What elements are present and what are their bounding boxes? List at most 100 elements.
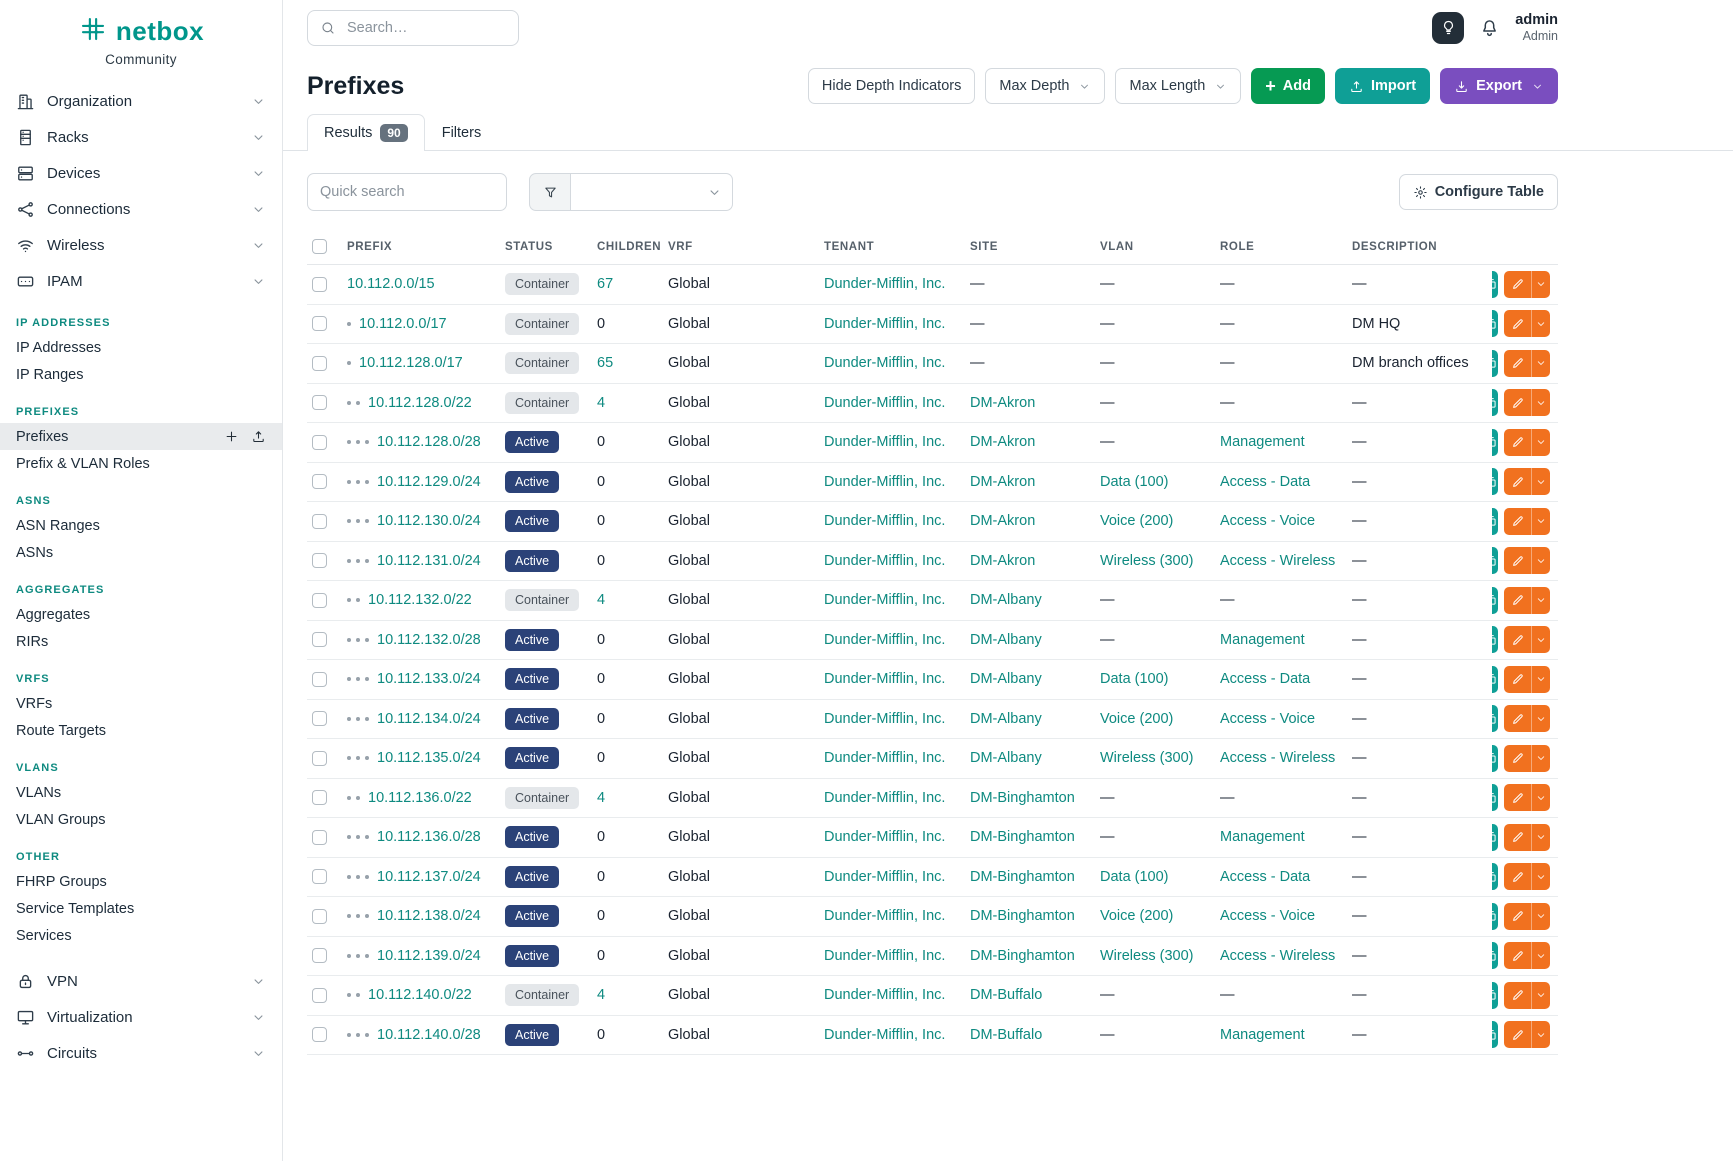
edit-button[interactable] (1504, 1021, 1531, 1048)
tenant-link[interactable]: Dunder-Mifflin, Inc. (824, 395, 945, 411)
prefix-link[interactable]: 10.112.134.0/24 (377, 711, 481, 727)
brand[interactable]: netbox Community (0, 0, 282, 71)
children-link[interactable]: 4 (597, 987, 605, 1003)
copy-button[interactable] (1492, 745, 1498, 772)
edit-button[interactable] (1504, 350, 1531, 377)
row-checkbox[interactable] (312, 948, 327, 963)
edit-button[interactable] (1504, 942, 1531, 969)
quick-search-input[interactable] (307, 173, 507, 211)
sidebar-item-devices[interactable]: Devices (0, 155, 282, 191)
role-link[interactable]: Management (1220, 1027, 1305, 1043)
edit-button[interactable] (1504, 547, 1531, 574)
row-checkbox[interactable] (312, 277, 327, 292)
row-checkbox[interactable] (312, 988, 327, 1003)
row-checkbox[interactable] (312, 751, 327, 766)
column-header-tenant[interactable]: Tenant (824, 229, 970, 265)
row-checkbox[interactable] (312, 632, 327, 647)
edit-button[interactable] (1504, 666, 1531, 693)
prefix-link[interactable]: 10.112.140.0/28 (377, 1027, 481, 1043)
tenant-link[interactable]: Dunder-Mifflin, Inc. (824, 987, 945, 1003)
tab-results[interactable]: Results 90 (307, 114, 425, 151)
tenant-link[interactable]: Dunder-Mifflin, Inc. (824, 711, 945, 727)
copy-button[interactable] (1492, 508, 1498, 535)
sidebar-item-racks[interactable]: Racks (0, 119, 282, 155)
copy-button[interactable] (1492, 587, 1498, 614)
copy-button[interactable] (1492, 903, 1498, 930)
edit-dropdown-button[interactable] (1531, 903, 1550, 930)
edit-button[interactable] (1504, 824, 1531, 851)
prefix-link[interactable]: 10.112.0.0/15 (347, 276, 435, 292)
export-button[interactable]: Export (1440, 68, 1558, 104)
sidebar-item-fhrp-groups[interactable]: FHRP Groups (0, 868, 282, 895)
sidebar-item-prefixes[interactable]: Prefixes (0, 423, 282, 450)
tenant-link[interactable]: Dunder-Mifflin, Inc. (824, 869, 945, 885)
vlan-link[interactable]: Voice (200) (1100, 711, 1173, 727)
row-checkbox[interactable] (312, 830, 327, 845)
edit-button[interactable] (1504, 468, 1531, 495)
vlan-link[interactable]: Voice (200) (1100, 908, 1173, 924)
site-link[interactable]: DM-Binghamton (970, 829, 1075, 845)
prefix-link[interactable]: 10.112.132.0/28 (377, 632, 481, 648)
children-link[interactable]: 4 (597, 790, 605, 806)
edit-button[interactable] (1504, 903, 1531, 930)
theme-toggle-button[interactable] (1432, 12, 1464, 44)
site-link[interactable]: DM-Akron (970, 434, 1035, 450)
role-link[interactable]: Access - Voice (1220, 711, 1315, 727)
copy-button[interactable] (1492, 1021, 1498, 1048)
tab-filters[interactable]: Filters (425, 114, 498, 151)
edit-dropdown-button[interactable] (1531, 982, 1550, 1009)
max-length-dropdown[interactable]: Max Length (1115, 68, 1241, 104)
children-link[interactable]: 4 (597, 592, 605, 608)
edit-dropdown-button[interactable] (1531, 863, 1550, 890)
edit-button[interactable] (1504, 626, 1531, 653)
sidebar-item-circuits[interactable]: Circuits (0, 1035, 282, 1071)
edit-button[interactable] (1504, 784, 1531, 811)
select-all-checkbox[interactable] (312, 239, 327, 254)
column-header-vlan[interactable]: VLAN (1100, 229, 1220, 265)
row-checkbox[interactable] (312, 711, 327, 726)
edit-dropdown-button[interactable] (1531, 468, 1550, 495)
prefix-link[interactable]: 10.112.132.0/22 (368, 592, 472, 608)
user-menu[interactable]: admin Admin (1515, 12, 1558, 44)
row-checkbox[interactable] (312, 514, 327, 529)
sidebar-item-route-targets[interactable]: Route Targets (0, 717, 282, 744)
prefix-link[interactable]: 10.112.138.0/24 (377, 908, 481, 924)
role-link[interactable]: Access - Voice (1220, 908, 1315, 924)
row-checkbox[interactable] (312, 869, 327, 884)
site-link[interactable]: DM-Albany (970, 750, 1042, 766)
prefix-link[interactable]: 10.112.135.0/24 (377, 750, 481, 766)
sidebar-item-organization[interactable]: Organization (0, 83, 282, 119)
role-link[interactable]: Access - Wireless (1220, 948, 1335, 964)
add-button[interactable]: + Add (1251, 68, 1325, 104)
prefix-link[interactable]: 10.112.128.0/17 (359, 355, 463, 371)
site-link[interactable]: DM-Albany (970, 711, 1042, 727)
column-header-children[interactable]: Children (597, 229, 668, 265)
tenant-link[interactable]: Dunder-Mifflin, Inc. (824, 276, 945, 292)
sidebar-item-rirs[interactable]: RIRs (0, 628, 282, 655)
row-checkbox[interactable] (312, 1027, 327, 1042)
edit-button[interactable] (1504, 271, 1531, 298)
edit-dropdown-button[interactable] (1531, 1021, 1550, 1048)
tenant-link[interactable]: Dunder-Mifflin, Inc. (824, 474, 945, 490)
edit-button[interactable] (1504, 429, 1531, 456)
copy-button[interactable] (1492, 942, 1498, 969)
edit-button[interactable] (1504, 508, 1531, 535)
sidebar-item-connections[interactable]: Connections (0, 191, 282, 227)
edit-button[interactable] (1504, 863, 1531, 890)
edit-dropdown-button[interactable] (1531, 547, 1550, 574)
row-checkbox[interactable] (312, 672, 327, 687)
hide-depth-indicators-button[interactable]: Hide Depth Indicators (808, 68, 975, 104)
row-checkbox[interactable] (312, 316, 327, 331)
global-search[interactable] (307, 10, 519, 46)
site-link[interactable]: DM-Binghamton (970, 790, 1075, 806)
prefix-link[interactable]: 10.112.139.0/24 (377, 948, 481, 964)
tenant-link[interactable]: Dunder-Mifflin, Inc. (824, 790, 945, 806)
sidebar-item-wireless[interactable]: Wireless (0, 227, 282, 263)
edit-button[interactable] (1504, 587, 1531, 614)
sidebar-item-aggregates[interactable]: Aggregates (0, 601, 282, 628)
vlan-link[interactable]: Data (100) (1100, 869, 1169, 885)
tenant-link[interactable]: Dunder-Mifflin, Inc. (824, 316, 945, 332)
site-link[interactable]: DM-Albany (970, 632, 1042, 648)
role-link[interactable]: Access - Data (1220, 671, 1310, 687)
role-link[interactable]: Access - Data (1220, 869, 1310, 885)
